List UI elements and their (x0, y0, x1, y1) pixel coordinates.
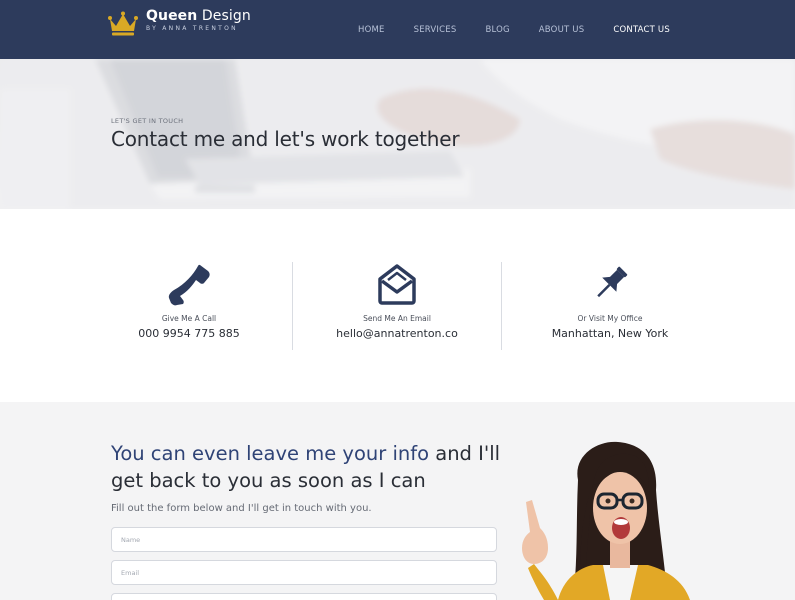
office-label: Or Visit My Office (577, 314, 643, 323)
phone-number[interactable]: 000 9954 775 885 (84, 327, 294, 340)
envelope-icon (378, 264, 416, 305)
nav-contact-us[interactable]: CONTACT US (613, 25, 670, 35)
divider (501, 262, 502, 350)
brand-name: Queen Design (146, 8, 251, 24)
name-field[interactable] (111, 527, 497, 552)
message-field[interactable] (111, 593, 497, 600)
top-navbar: Queen Design BY ANNA TRENTON HOME SERVIC… (0, 0, 795, 59)
contact-email: Send Me An Email hello@annatrenton.co (292, 262, 502, 350)
phone-icon (168, 264, 210, 306)
nav-services[interactable]: SERVICES (414, 25, 457, 35)
main-menu: HOME SERVICES BLOG ABOUT US CONTACT US (358, 25, 699, 35)
office-address: Manhattan, New York (551, 327, 669, 340)
email-label: Send Me An Email (363, 314, 431, 323)
phone-label: Give Me A Call (161, 314, 217, 323)
form-description: Fill out the form below and I'll get in … (111, 503, 372, 514)
hero-kicker: LET'S GET IN TOUCH (111, 117, 184, 125)
contact-info-section: Give Me A Call 000 9954 775 885 Send Me … (0, 209, 795, 402)
brand-logo[interactable]: Queen Design BY ANNA TRENTON (108, 9, 251, 37)
contact-phone: Give Me A Call 000 9954 775 885 (84, 262, 294, 350)
page-title: Contact me and let's work together (111, 127, 460, 151)
contact-form-section: You can even leave me your info and I'll… (0, 402, 795, 600)
contact-office: Or Visit My Office Manhattan, New York (505, 262, 715, 350)
form-heading: You can even leave me your info and I'll… (111, 442, 501, 492)
brand-byline: BY ANNA TRENTON (146, 25, 238, 32)
nav-about-us[interactable]: ABOUT US (539, 25, 585, 35)
hero-banner: LET'S GET IN TOUCH Contact me and let's … (0, 59, 795, 209)
email-field[interactable] (111, 560, 497, 585)
nav-blog[interactable]: BLOG (485, 25, 509, 35)
woman-photo (522, 441, 690, 600)
email-address[interactable]: hello@annatrenton.co (292, 327, 502, 340)
nav-home[interactable]: HOME (358, 25, 385, 35)
pin-icon (597, 266, 628, 298)
crown-icon (108, 11, 138, 36)
